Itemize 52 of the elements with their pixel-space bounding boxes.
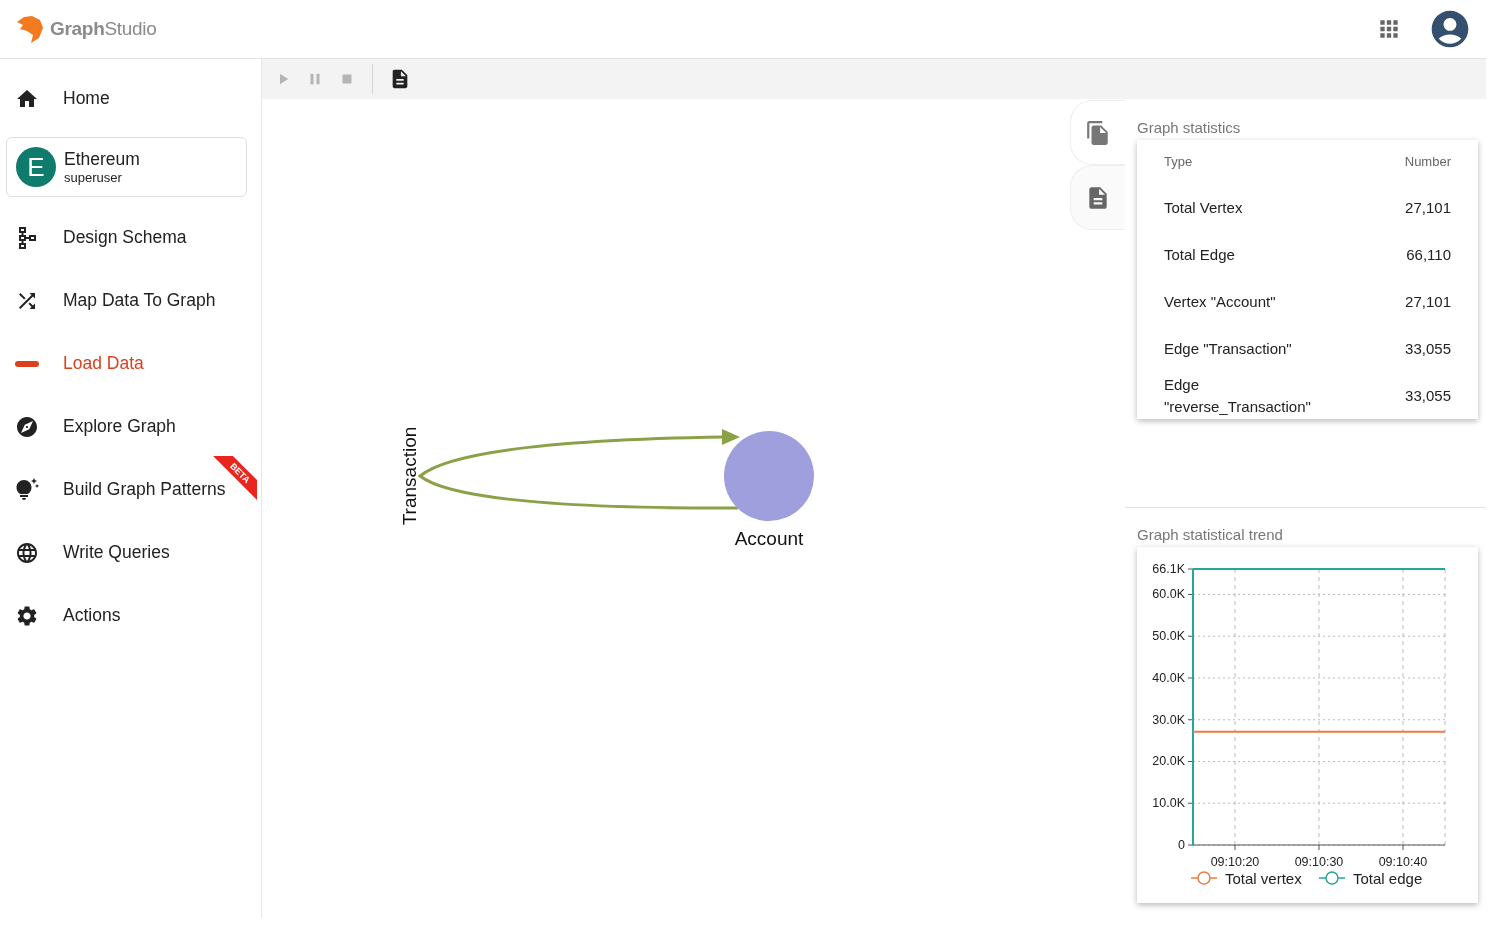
graph-role: superuser bbox=[64, 170, 123, 185]
y-tick-label: 10.0K bbox=[1152, 796, 1185, 811]
legend-label: Total vertex bbox=[1225, 870, 1302, 887]
vertex-label: Account bbox=[734, 528, 804, 549]
document-tab[interactable] bbox=[1070, 165, 1125, 230]
nav-item[interactable]: Write Queries bbox=[0, 521, 261, 584]
y-tick-label: 30.0K bbox=[1152, 712, 1185, 727]
table-cell-text: 27,101 bbox=[1404, 197, 1452, 218]
table-cell-text: 33,055 bbox=[1404, 385, 1452, 406]
table-cell-text: Total Edge bbox=[1163, 244, 1236, 265]
graph-card[interactable]: E Ethereum superuser bbox=[6, 137, 247, 197]
vertex-node[interactable] bbox=[724, 431, 814, 521]
nav-item[interactable]: Explore Graph bbox=[0, 395, 261, 458]
edge-label: Transaction bbox=[399, 426, 420, 526]
nav-item[interactable]: Actions bbox=[0, 584, 261, 647]
nav-item[interactable]: Design Schema bbox=[0, 206, 261, 269]
y-tick-label: 60.0K bbox=[1152, 587, 1185, 602]
settings-icon bbox=[15, 603, 39, 628]
nav-item[interactable]: Load Data bbox=[0, 332, 261, 395]
load-bar-icon bbox=[15, 360, 39, 367]
globe-icon bbox=[15, 540, 39, 565]
y-tick-label: 66.1K bbox=[1152, 562, 1185, 576]
lightbulb-icon bbox=[15, 477, 39, 502]
nav-item[interactable]: Home bbox=[0, 67, 261, 130]
panel-title: Graph statistics bbox=[1137, 119, 1242, 136]
legend-marker-icon bbox=[1318, 871, 1346, 885]
table-cell-text: Edge "Transaction" bbox=[1163, 338, 1293, 359]
x-tick-label: 09:10:30 bbox=[1294, 855, 1344, 869]
table-cell-text: Edge "reverse_Transaction" bbox=[1163, 374, 1312, 417]
column-header: Type bbox=[1163, 153, 1194, 171]
table-cell-text: Total Vertex bbox=[1163, 197, 1244, 218]
graph-avatar: E bbox=[16, 147, 56, 187]
brand-name: GraphStudio bbox=[50, 18, 157, 40]
table-cell-text: 27,101 bbox=[1404, 291, 1452, 312]
compass-icon bbox=[15, 414, 39, 439]
legend-label: Total edge bbox=[1353, 870, 1423, 887]
graph-name: Ethereum bbox=[64, 149, 140, 170]
x-tick-label: 09:10:40 bbox=[1378, 855, 1428, 869]
documents-icon bbox=[1085, 119, 1111, 146]
y-tick-label: 20.0K bbox=[1152, 754, 1185, 769]
table-cell-text: Vertex "Account" bbox=[1163, 291, 1277, 312]
nav-item[interactable]: Map Data To Graph bbox=[0, 269, 261, 332]
y-tick-label: 50.0K bbox=[1152, 629, 1185, 644]
y-tick-label: 40.0K bbox=[1152, 671, 1185, 685]
panel-title: Graph statistical trend bbox=[1137, 526, 1284, 543]
y-tick-label: 0 bbox=[1178, 838, 1185, 852]
documents-tab[interactable] bbox=[1070, 100, 1125, 165]
table-cell-text: 66,110 bbox=[1405, 244, 1452, 265]
x-tick-label: 09:10:20 bbox=[1210, 855, 1260, 869]
column-header: Number bbox=[1403, 153, 1452, 171]
legend-marker-icon bbox=[1190, 871, 1218, 885]
table-cell-text: 33,055 bbox=[1404, 338, 1452, 359]
